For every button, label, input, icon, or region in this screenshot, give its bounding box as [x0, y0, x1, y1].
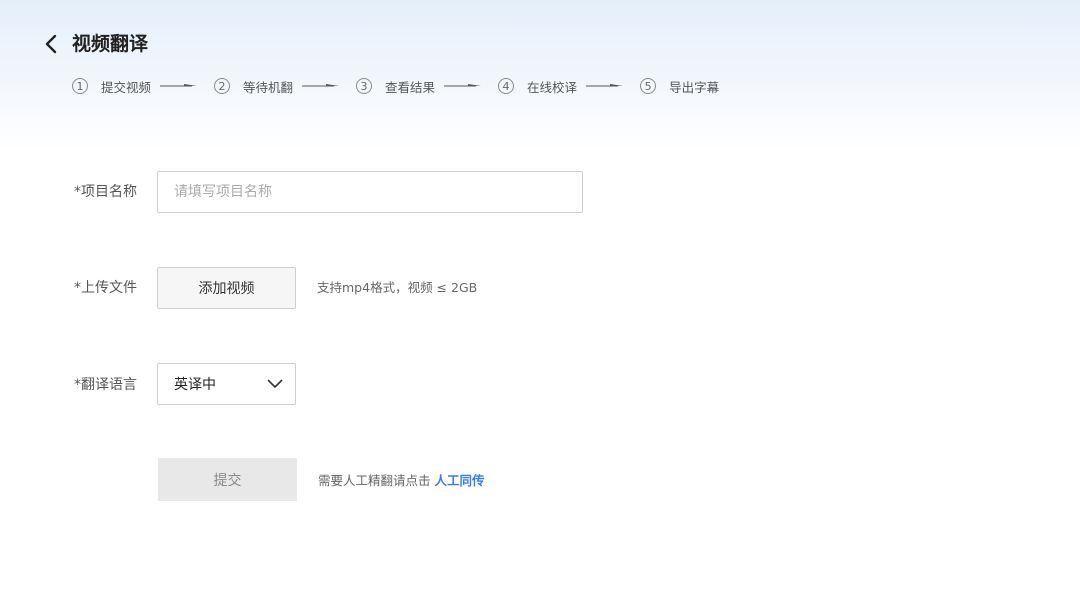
arrow-right-icon: [444, 84, 482, 87]
step-number: 5: [640, 78, 657, 94]
arrow-right-icon: [160, 84, 198, 87]
step-online-proofread: 4 在线校译: [498, 77, 640, 96]
add-video-button[interactable]: 添加视频: [157, 267, 296, 309]
step-number: 2: [214, 78, 231, 94]
select-value: 英译中: [174, 377, 216, 393]
step-label: 在线校译: [527, 79, 578, 95]
arrow-right-icon: [302, 84, 340, 87]
step-label: 查看结果: [385, 79, 436, 95]
step-export-subtitles: 5 导出字幕: [640, 77, 719, 96]
step-number: 1: [72, 78, 88, 94]
upload-hint: 支持mp4格式，视频 ≤ 2GB: [317, 280, 478, 295]
project-name-label: *项目名称: [74, 184, 137, 200]
step-wait-machine-translation: 2 等待机翻: [214, 77, 356, 96]
chevron-left-icon: [45, 34, 57, 54]
progress-steps: 1 提交视频 2 等待机翻 3 查看结果 4 在线校译 5 导出字幕: [72, 75, 719, 97]
step-number: 3: [356, 78, 373, 94]
manual-translation-hint: 需要人工精翻请点击 人工同传: [318, 472, 485, 490]
page-title: 视频翻译: [72, 33, 149, 55]
translation-language-label: *翻译语言: [74, 377, 137, 393]
manual-interpretation-link[interactable]: 人工同传: [435, 473, 485, 488]
step-label: 提交视频: [101, 79, 152, 95]
manual-hint-text: 需要人工精翻请点击: [318, 473, 431, 488]
arrow-right-icon: [586, 84, 624, 87]
submit-button[interactable]: 提交: [158, 458, 297, 501]
step-label: 导出字幕: [669, 79, 720, 95]
project-name-input[interactable]: [157, 171, 583, 213]
step-number: 4: [498, 78, 515, 94]
step-label: 等待机翻: [243, 79, 294, 95]
back-button[interactable]: [40, 31, 62, 57]
upload-file-label: *上传文件: [74, 280, 137, 296]
chevron-down-icon: [267, 379, 283, 388]
translation-language-select[interactable]: 英译中: [157, 363, 296, 405]
step-submit-video: 1 提交视频: [72, 77, 214, 96]
step-view-results: 3 查看结果: [356, 77, 498, 96]
